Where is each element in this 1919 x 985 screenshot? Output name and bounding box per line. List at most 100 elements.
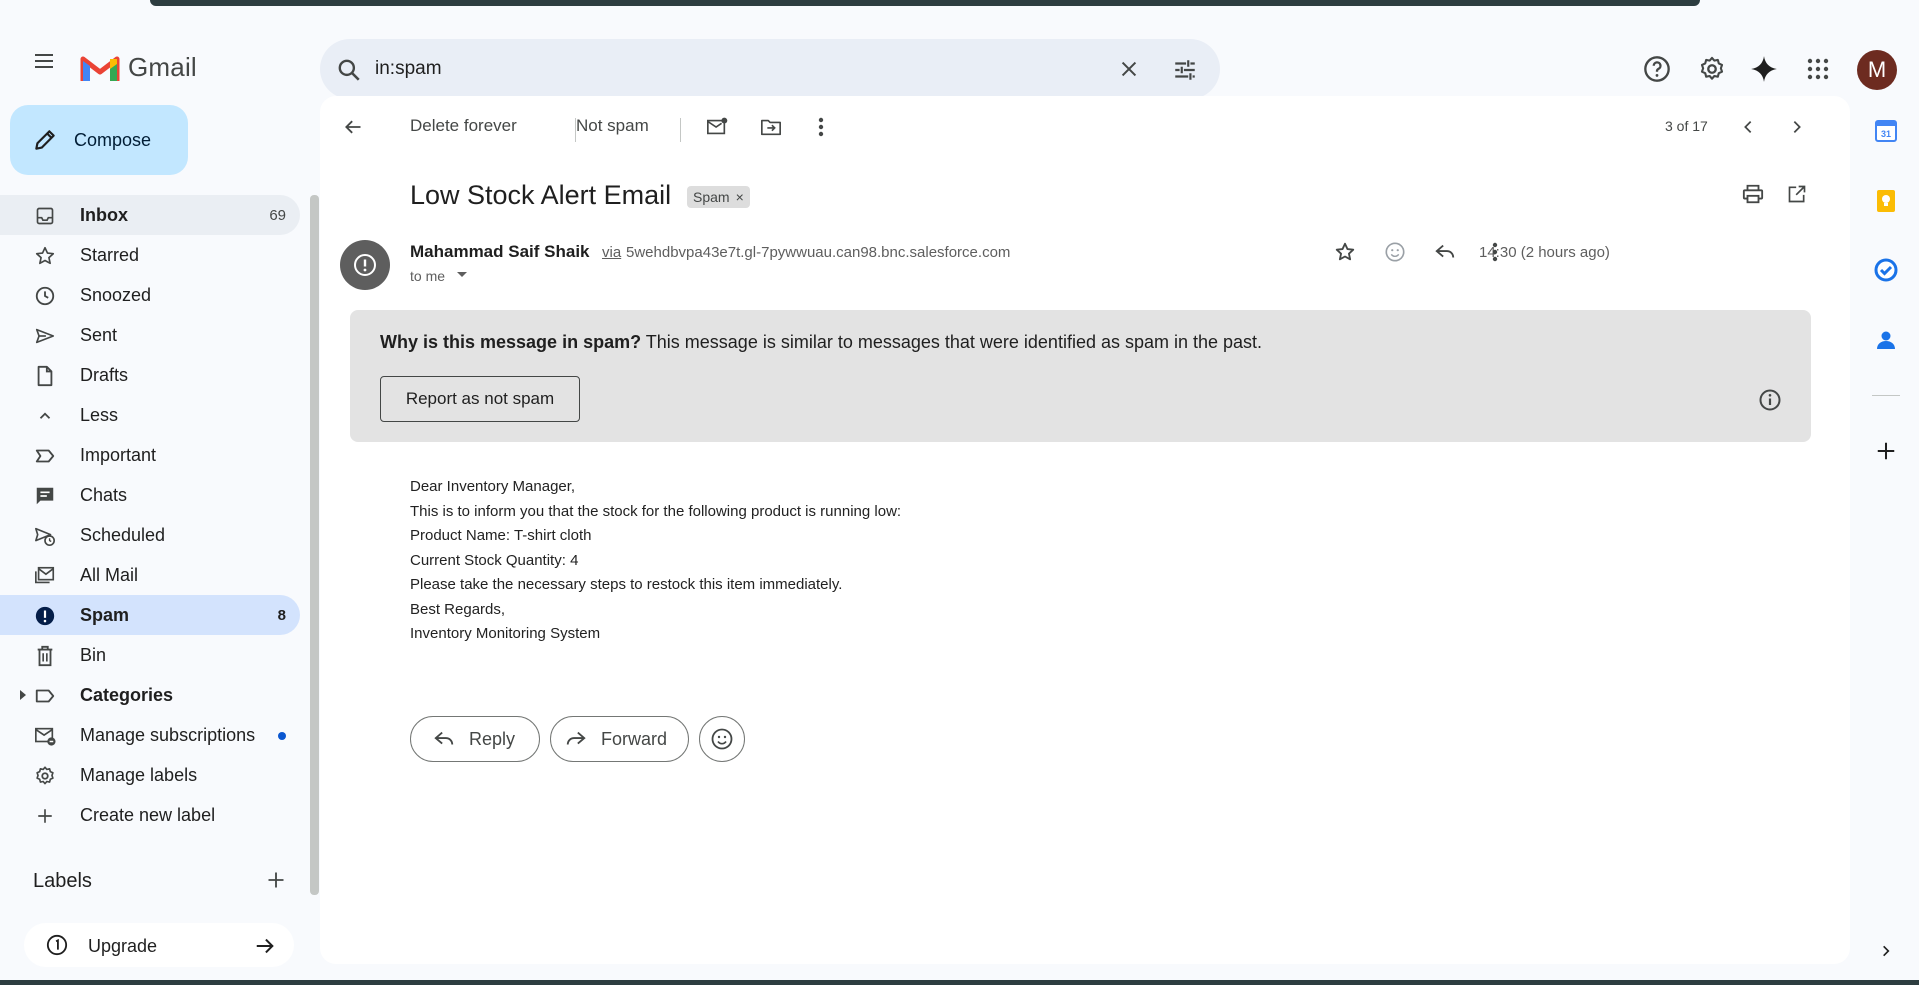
help-icon[interactable] (1639, 51, 1675, 87)
more-vertical-icon[interactable] (1480, 237, 1510, 267)
sidebar-item-starred[interactable]: Starred (0, 235, 300, 275)
settings-gear-icon[interactable] (1694, 51, 1730, 87)
apps-grid-icon[interactable] (1800, 51, 1836, 87)
move-to-folder-icon[interactable] (756, 112, 786, 142)
clear-search-icon[interactable] (1118, 58, 1140, 80)
sidebar-item-manage-subscriptions[interactable]: Manage subscriptions (0, 715, 300, 755)
sidebar-item-label: Create new label (80, 805, 216, 825)
browser-top-strip (0, 0, 1919, 14)
labels-section-header: Labels (33, 870, 92, 892)
add-addon-plus-icon[interactable] (1872, 437, 1900, 465)
forward-label: Forward (601, 728, 668, 749)
forward-button[interactable]: Forward (550, 716, 689, 762)
print-icon[interactable] (1738, 179, 1768, 209)
calendar-app-icon[interactable]: 31 (1872, 117, 1900, 145)
sidebar-item-sent[interactable]: Sent (0, 315, 300, 355)
chip-remove-icon[interactable]: × (736, 189, 744, 205)
mark-unread-icon[interactable] (702, 112, 732, 142)
search-options-icon[interactable] (1172, 57, 1198, 83)
app-header: Gmail M (0, 14, 1919, 99)
sender-name[interactable]: Mahammad Saif Shaik (410, 242, 590, 262)
body-line: Best Regards, (410, 600, 506, 618)
search-icon[interactable] (336, 57, 362, 83)
spam-warning-question: Why is this message in spam? (380, 332, 642, 352)
chevron-left-icon[interactable] (1733, 112, 1763, 142)
subscriptions-icon (34, 725, 56, 747)
more-vertical-icon[interactable] (806, 112, 836, 142)
compose-label: Compose (74, 129, 152, 150)
reply-icon[interactable] (1430, 237, 1460, 267)
sidebar-item-create-new-label[interactable]: Create new label (0, 795, 300, 835)
chevron-right-icon[interactable] (1782, 112, 1812, 142)
chat-icon (34, 485, 56, 507)
sidebar-item-label: Manage labels (80, 765, 198, 785)
delete-forever-button[interactable]: Delete forever (410, 116, 517, 136)
star-icon[interactable] (1330, 237, 1360, 267)
body-line: Dear Inventory Manager, (410, 478, 576, 495)
search-input[interactable] (375, 53, 1075, 85)
sender-address: 5wehdbvpa43e7t.gl-7pywwuau.can98.bnc.sal… (626, 244, 1011, 261)
open-in-new-window-icon[interactable] (1782, 179, 1812, 209)
main-menu-button[interactable] (24, 41, 64, 81)
chip-label: Spam (693, 189, 730, 205)
sidebar-item-manage-labels[interactable]: Manage labels (0, 755, 300, 795)
sidebar-item-chats[interactable]: Chats (0, 475, 300, 515)
sender-avatar[interactable] (340, 240, 390, 290)
recipient-summary[interactable]: to me (410, 268, 445, 284)
sidebar-item-snoozed[interactable]: Snoozed (0, 275, 300, 315)
compose-button[interactable]: Compose (10, 105, 188, 175)
keep-app-icon[interactable] (1872, 187, 1900, 215)
report-not-spam-button[interactable]: Report as not spam (380, 376, 580, 422)
via-link[interactable]: via (602, 244, 621, 261)
sidebar-item-bin[interactable]: Bin (0, 635, 300, 675)
sidebar-item-label: Drafts (80, 365, 129, 385)
sidebar-scrollbar[interactable] (310, 195, 319, 895)
sidebar-item-label: Bin (80, 645, 107, 665)
sidebar-item-inbox[interactable]: Inbox 69 (0, 195, 300, 235)
important-label-icon (34, 445, 56, 467)
sidebar-nav: Inbox 69 Starred Snoozed Sent Drafts Les… (0, 195, 300, 835)
sidebar-item-label: Starred (80, 245, 140, 265)
tasks-app-icon[interactable] (1872, 256, 1900, 284)
hamburger-icon (35, 54, 53, 68)
pencil-icon (35, 130, 55, 150)
body-line: Inventory Monitoring System (410, 625, 601, 642)
gmail-logo[interactable]: Gmail (80, 52, 197, 83)
trash-icon (34, 645, 56, 667)
contacts-app-icon[interactable] (1872, 326, 1900, 354)
upgrade-button[interactable]: Upgrade (24, 923, 294, 967)
back-arrow-icon[interactable] (338, 112, 368, 142)
sidebar-item-label: All Mail (80, 565, 139, 585)
emoji-reaction-button[interactable] (699, 716, 745, 762)
sidebar-item-label: Less (80, 405, 119, 425)
rail-divider (1872, 395, 1900, 396)
reply-label: Reply (469, 728, 516, 749)
sidebar-item-label: Snoozed (80, 285, 152, 305)
scheduled-send-icon (34, 525, 56, 547)
sidebar-item-all-mail[interactable]: All Mail (0, 555, 300, 595)
sidebar-item-scheduled[interactable]: Scheduled (0, 515, 300, 555)
recipient-details-caret-icon[interactable] (456, 271, 468, 279)
forward-icon (566, 731, 586, 745)
spam-label-chip[interactable]: Spam × (687, 186, 750, 208)
clock-icon (34, 285, 56, 307)
sidebar-item-spam[interactable]: Spam 8 (0, 595, 300, 635)
sidebar-item-drafts[interactable]: Drafts (0, 355, 300, 395)
inbox-icon (34, 205, 56, 227)
sidebar-item-label: Chats (80, 485, 128, 505)
info-icon[interactable] (1758, 388, 1782, 412)
gemini-sparkle-icon[interactable] (1746, 51, 1782, 87)
add-label-plus-icon[interactable] (266, 870, 286, 890)
expand-side-panel-icon[interactable] (1872, 937, 1900, 965)
sidebar-item-label: Categories (80, 685, 174, 705)
sidebar-item-categories[interactable]: Categories (0, 675, 300, 715)
account-avatar[interactable]: M (1857, 50, 1897, 90)
reply-button[interactable]: Reply (410, 716, 540, 762)
sidebar-item-important[interactable]: Important (0, 435, 300, 475)
reply-icon (434, 731, 454, 745)
not-spam-button[interactable]: Not spam (576, 116, 649, 136)
sidebar-item-less[interactable]: Less (0, 395, 300, 435)
add-reaction-icon[interactable] (1380, 237, 1410, 267)
gmail-m-icon (80, 56, 120, 81)
expand-caret-icon[interactable] (18, 689, 28, 701)
